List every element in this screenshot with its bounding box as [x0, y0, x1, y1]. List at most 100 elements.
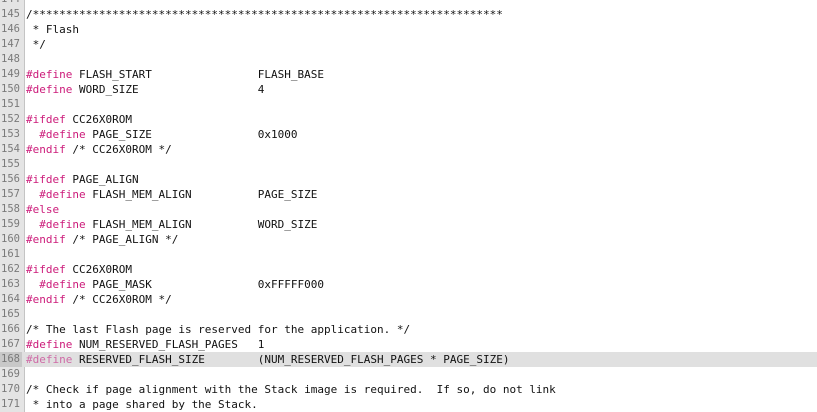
code-line[interactable]: 169 [0, 367, 817, 382]
code-line[interactable]: 149 #define FLASH_START FLASH_BASE [0, 67, 817, 82]
code-token: /* CC26X0ROM */ [65, 143, 172, 156]
code-line[interactable]: 145 /************************************… [0, 7, 817, 22]
line-number: 151 [1, 98, 20, 110]
line-number: 147 [1, 38, 20, 50]
preprocessor-directive: #define [26, 338, 73, 351]
line-number: 156 [1, 173, 20, 185]
code-line[interactable]: 171 * into a page shared by the Stack. [0, 397, 817, 412]
code-token: /* PAGE_ALIGN */ [65, 233, 179, 246]
code-editor[interactable]: 144145 /*********************************… [0, 0, 817, 412]
preprocessor-directive: #define [26, 218, 86, 231]
code-token: PAGE_MASK [85, 278, 258, 291]
code-token: PAGE_SIZE [257, 188, 318, 201]
line-number: 168 [0, 352, 22, 367]
line-number: 144 [0, 0, 22, 7]
preprocessor-directive: #ifdef [26, 113, 66, 126]
code-line[interactable]: 144 [0, 0, 817, 7]
line-number: 164 [1, 293, 20, 305]
code-line[interactable]: 155 [0, 157, 817, 172]
code-line[interactable]: 162 #ifdef CC26X0ROM [0, 262, 817, 277]
code-line[interactable]: 148 [0, 52, 817, 67]
line-number: 170 [1, 383, 20, 395]
code-token: /***************************************… [26, 8, 503, 21]
code-line[interactable]: 165 [0, 307, 817, 322]
code-line[interactable]: 166 /* The last Flash page is reserved fo… [0, 322, 817, 337]
code-token: PAGE_ALIGN [65, 173, 139, 186]
code-line[interactable]: 150 #define WORD_SIZE 4 [0, 82, 817, 97]
code-line[interactable]: 164 #endif /* CC26X0ROM */ [0, 292, 817, 307]
code-line[interactable]: 147 */ [0, 37, 817, 52]
preprocessor-directive: #endif [26, 293, 66, 306]
code-text: #define RESERVED_FLASH_SIZE (NUM_RESERVE… [26, 352, 509, 367]
preprocessor-directive: #define [26, 278, 86, 291]
code-line[interactable]: 152 #ifdef CC26X0ROM [0, 112, 817, 127]
line-number: 167 [1, 338, 20, 350]
code-token: FLASH_BASE [257, 68, 325, 81]
code-token: CC26X0ROM [65, 113, 132, 126]
code-line-current[interactable]: 168 #define RESERVED_FLASH_SIZE (NUM_RESE… [0, 352, 817, 367]
code-text: /***************************************… [26, 7, 503, 22]
line-number: 159 [1, 218, 20, 230]
code-line[interactable]: 153 #define PAGE_SIZE 0x1000 [0, 127, 817, 142]
line-number: 146 [1, 23, 20, 35]
code-line[interactable]: 161 [0, 247, 817, 262]
code-token: FLASH_MEM_ALIGN [85, 218, 258, 231]
line-number: 160 [1, 233, 20, 245]
code-line[interactable]: 160 #endif /* PAGE_ALIGN */ [0, 232, 817, 247]
preprocessor-directive: #ifdef [26, 263, 66, 276]
code-text: #endif /* CC26X0ROM */ [26, 142, 172, 157]
code-line[interactable]: 156 #ifdef PAGE_ALIGN [0, 172, 817, 187]
preprocessor-directive: #define [26, 188, 86, 201]
code-text: #else [26, 202, 59, 217]
line-number: 165 [1, 308, 20, 320]
code-text: #define FLASH_MEM_ALIGN WORD_SIZE [26, 217, 317, 232]
code-token: /* Check if page alignment with the Stac… [26, 383, 556, 396]
code-token: 4 [257, 83, 265, 96]
code-token: * Flash [26, 23, 79, 36]
code-line[interactable]: 163 #define PAGE_MASK 0xFFFFF000 [0, 277, 817, 292]
code-text: #define FLASH_MEM_ALIGN PAGE_SIZE [26, 187, 317, 202]
preprocessor-directive: #define [26, 353, 73, 366]
code-token: */ [26, 38, 46, 51]
code-text: */ [26, 37, 46, 52]
code-line[interactable]: 151 [0, 97, 817, 112]
code-text: * Flash [26, 22, 79, 37]
line-number: 148 [1, 53, 20, 65]
code-text: #define PAGE_SIZE 0x1000 [26, 127, 298, 142]
preprocessor-directive: #else [26, 203, 60, 216]
line-number: 152 [1, 113, 20, 125]
code-token: NUM_RESERVED_FLASH_PAGES [72, 338, 258, 351]
code-text: #define WORD_SIZE 4 [26, 82, 264, 97]
code-line[interactable]: 154 #endif /* CC26X0ROM */ [0, 142, 817, 157]
preprocessor-directive: #define [26, 68, 73, 81]
code-token: /* CC26X0ROM */ [65, 293, 172, 306]
code-line[interactable]: 170 /* Check if page alignment with the S… [0, 382, 817, 397]
line-number: 163 [1, 278, 20, 290]
code-token: WORD_SIZE [72, 83, 258, 96]
code-line[interactable]: 167 #define NUM_RESERVED_FLASH_PAGES 1 [0, 337, 817, 352]
code-line[interactable]: 159 #define FLASH_MEM_ALIGN WORD_SIZE [0, 217, 817, 232]
code-token: * into a page shared by the Stack. [26, 398, 258, 411]
line-number: 157 [1, 188, 20, 200]
preprocessor-directive: #endif [26, 143, 66, 156]
line-number: 161 [1, 248, 20, 260]
preprocessor-directive: #define [26, 128, 86, 141]
code-token: (NUM_RESERVED_FLASH_PAGES * PAGE_SIZE) [257, 353, 510, 366]
code-line[interactable]: 157 #define FLASH_MEM_ALIGN PAGE_SIZE [0, 187, 817, 202]
code-line[interactable]: 158 #else [0, 202, 817, 217]
code-token: FLASH_MEM_ALIGN [85, 188, 258, 201]
code-text: #endif /* PAGE_ALIGN */ [26, 232, 178, 247]
code-token: 0x1000 [257, 128, 298, 141]
code-text: #define PAGE_MASK 0xFFFFF000 [26, 277, 324, 292]
code-lines: 144145 /*********************************… [0, 0, 817, 412]
code-text: /* The last Flash page is reserved for t… [26, 322, 410, 337]
code-token: 0xFFFFF000 [257, 278, 325, 291]
line-number: 166 [1, 323, 20, 335]
code-token: RESERVED_FLASH_SIZE [72, 353, 258, 366]
code-line[interactable]: 146 * Flash [0, 22, 817, 37]
preprocessor-directive: #define [26, 83, 73, 96]
code-token: FLASH_START [72, 68, 258, 81]
line-number: 145 [1, 8, 20, 20]
code-text: /* Check if page alignment with the Stac… [26, 382, 556, 397]
line-number: 153 [1, 128, 20, 140]
